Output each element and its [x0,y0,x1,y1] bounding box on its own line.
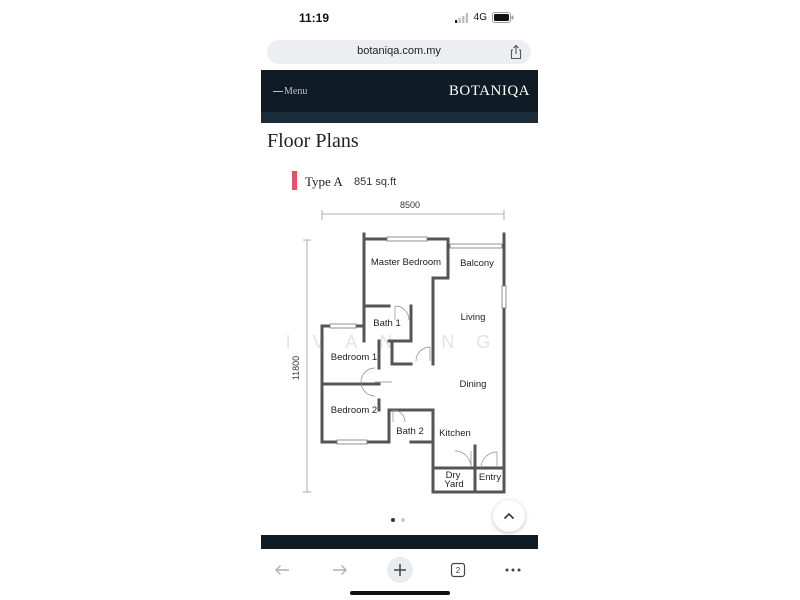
room-entry: Entry [479,472,501,483]
share-icon[interactable] [509,44,523,60]
forward-button[interactable] [327,557,353,583]
site-header: Menu BOTANIQA [261,70,538,112]
tabs-button[interactable]: 2 [445,557,471,583]
arrow-right-icon [333,565,347,575]
width-dimension [321,210,505,220]
walls [320,232,506,494]
height-dimension [303,239,311,493]
type-marker [292,171,297,190]
menu-button[interactable]: Menu [273,86,307,97]
height-dim-label: 11800 [291,356,301,380]
room-dry-yard-line2: Yard [444,479,463,490]
unit-type: Type A [305,174,343,189]
url-text: botaniqa.com.my [357,45,441,57]
arrow-left-icon [275,565,289,575]
back-button[interactable] [269,557,295,583]
more-icon [505,568,521,572]
page-title: Floor Plans [267,130,359,152]
header-strip [261,112,538,123]
brand-logo[interactable]: BOTANIQA [449,83,530,100]
footer-strip [261,535,538,549]
network-label: 4G [473,12,487,23]
new-tab-button[interactable] [387,557,413,583]
room-bedroom-2: Bedroom 2 [331,405,377,416]
carousel-dots [391,518,405,522]
tab-count: 2 [455,565,461,575]
carousel-dot-1[interactable] [391,518,395,522]
battery-icon [492,12,514,23]
unit-area: 851 sq.ft [354,176,397,188]
room-living: Living [461,312,486,323]
room-kitchen: Kitchen [439,428,471,439]
signal-icon [454,12,468,23]
room-master-bedroom: Master Bedroom [371,257,441,268]
scroll-top-button[interactable] [493,500,525,532]
status-indicators: 4G [454,12,514,23]
more-button[interactable] [500,557,526,583]
floor-plan: IVAN NG 8500 11800 Master Bedroom Balcon… [286,200,507,494]
status-time: 11:19 [299,11,330,25]
room-bedroom-1: Bedroom 1 [331,352,377,363]
home-indicator [350,591,450,595]
carousel-dot-2[interactable] [401,518,405,522]
room-bath-2: Bath 2 [396,426,423,437]
room-dining: Dining [460,379,487,390]
phone-screen: 11:19 4G botaniqa.com.my Menu BOTANIQA F… [261,0,538,600]
address-bar[interactable]: botaniqa.com.my [267,40,531,64]
chevron-up-icon [503,512,515,520]
room-bath-1: Bath 1 [373,318,400,329]
width-dim-label: 8500 [400,200,420,210]
room-balcony: Balcony [460,258,494,269]
plus-icon [394,564,406,576]
